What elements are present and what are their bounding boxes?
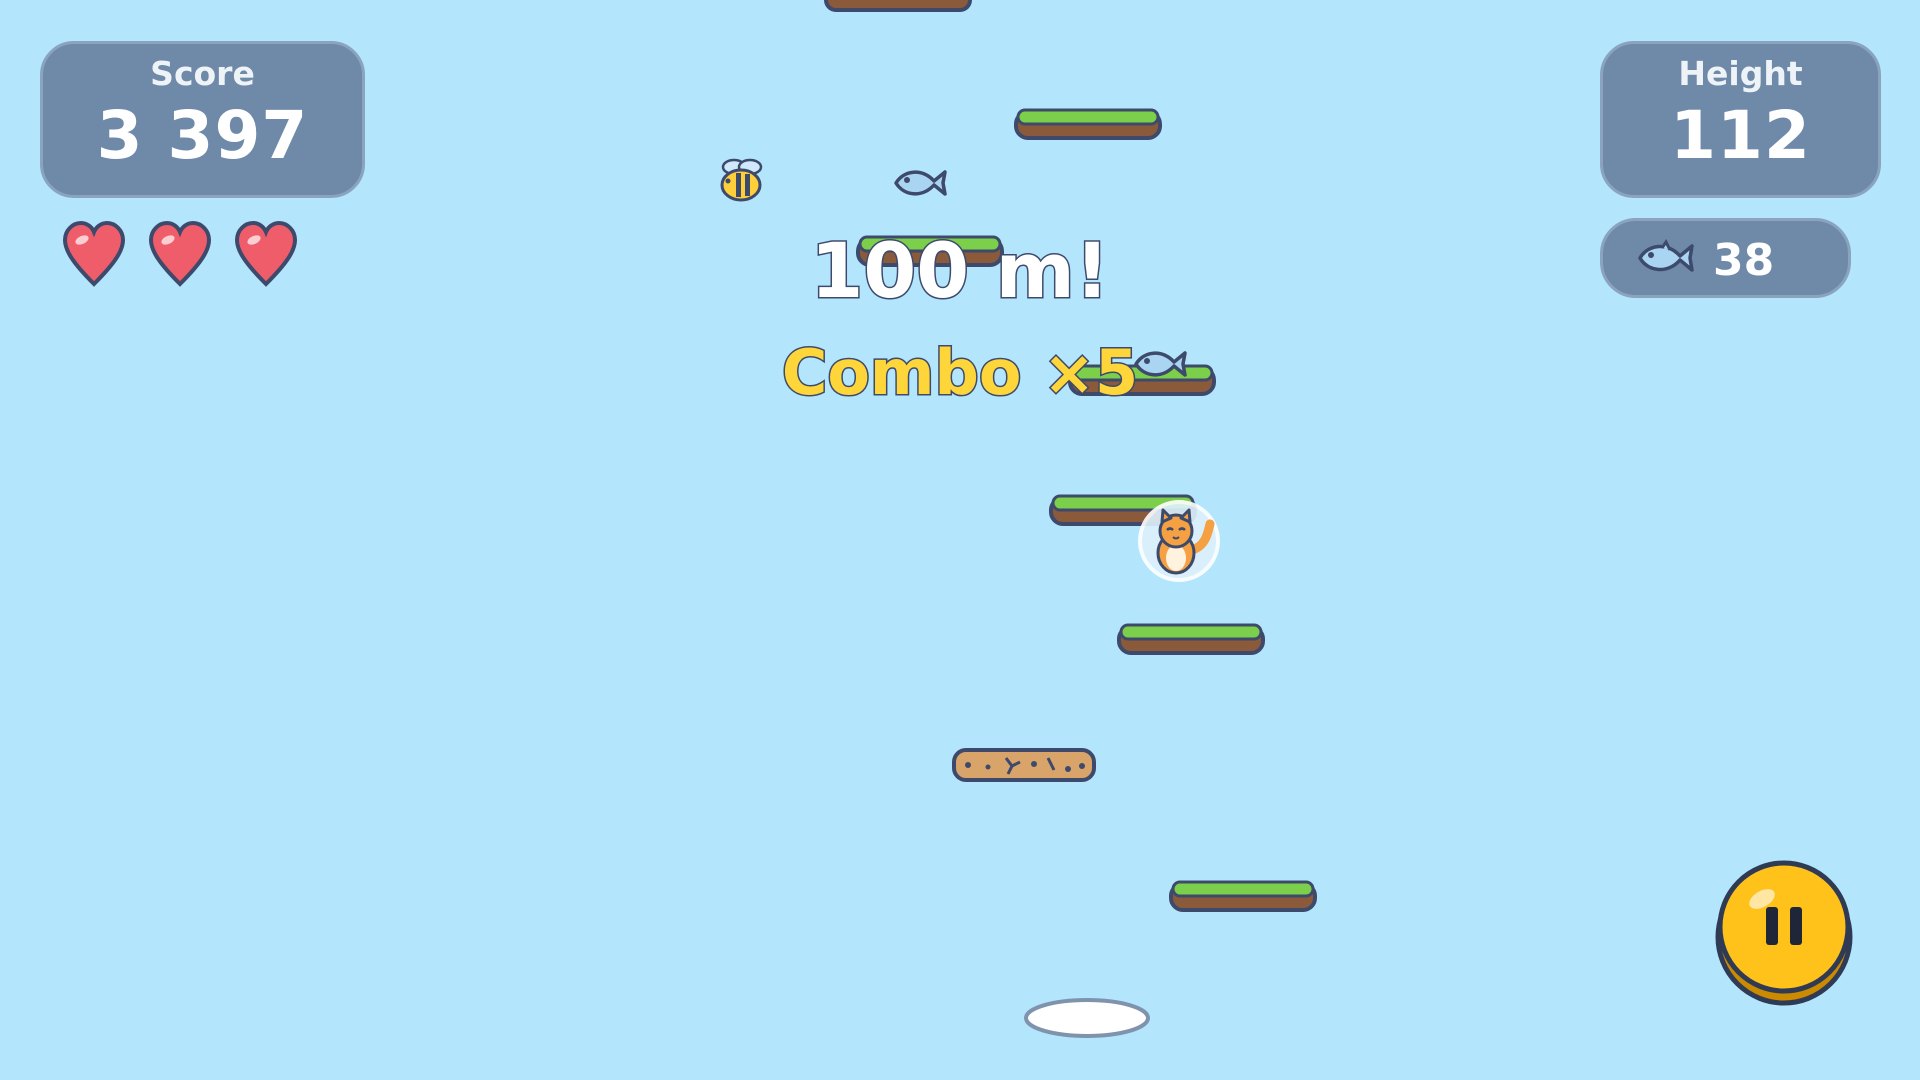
- platform-grass: [1169, 880, 1317, 912]
- score-label: Score: [150, 54, 255, 93]
- bee-icon: [720, 158, 763, 202]
- combo-message: Combo ×5: [780, 335, 1139, 411]
- pause-button[interactable]: [1714, 857, 1854, 1007]
- milestone-message: 100 m!: [809, 225, 1111, 317]
- height-value: 112: [1670, 97, 1811, 174]
- fish-icon[interactable]: [892, 164, 948, 202]
- platform-crumbling: [952, 748, 1096, 782]
- platform-grass: [824, 0, 972, 12]
- height-panel: Height 112: [1600, 41, 1881, 198]
- score-value: 3 397: [96, 97, 309, 174]
- score-panel: Score 3 397: [40, 41, 365, 198]
- cat-player: [1138, 500, 1220, 582]
- height-label: Height: [1678, 54, 1803, 93]
- platform-grass: [1117, 623, 1265, 655]
- pause-icon: [1715, 860, 1853, 1006]
- platform-grass: [1014, 108, 1162, 140]
- platform-cloud: [1024, 998, 1150, 1038]
